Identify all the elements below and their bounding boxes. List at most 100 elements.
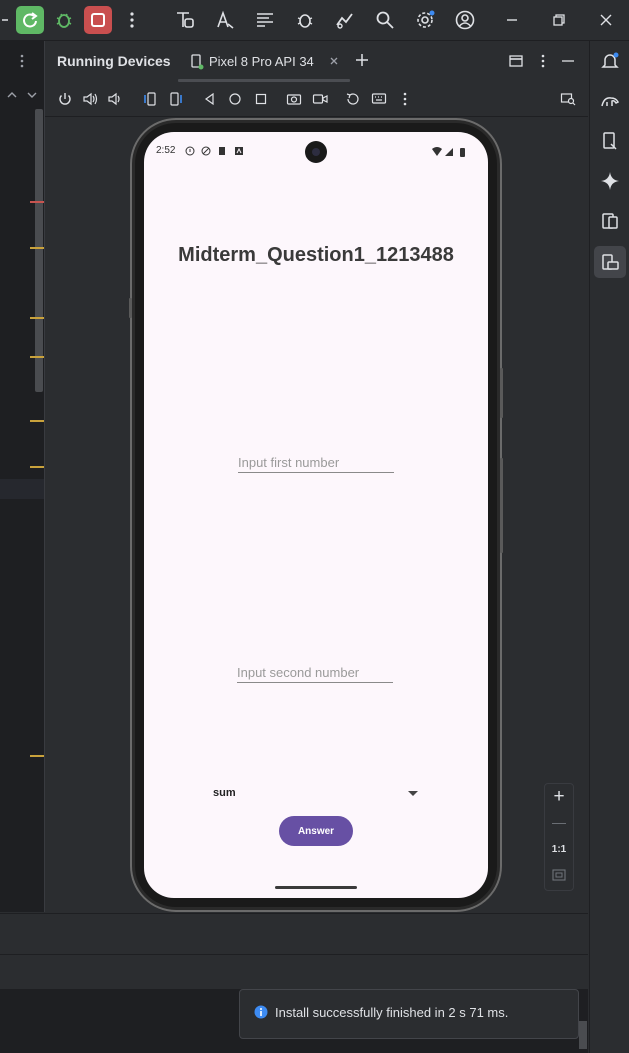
warning-marker[interactable] [30, 247, 44, 249]
account-button[interactable] [453, 8, 477, 32]
phone-screen[interactable]: 2:52 Midterm_Question1_1213488 Input fir… [144, 132, 488, 898]
close-window-button[interactable] [594, 8, 618, 32]
settings-button[interactable] [413, 8, 437, 32]
warning-marker[interactable] [30, 466, 44, 468]
zoom-fit-button[interactable] [552, 868, 566, 882]
restore-icon [553, 14, 565, 26]
home-circle-icon [229, 93, 241, 105]
more-vertical-icon [130, 12, 134, 28]
gutter-more-icon[interactable] [16, 53, 28, 69]
device-more-button[interactable] [397, 91, 413, 107]
zoom-out-button[interactable]: — [545, 814, 573, 830]
add-device-button[interactable] [353, 51, 371, 69]
translate-button[interactable] [213, 8, 237, 32]
profiler-icon [336, 13, 353, 29]
front-camera-icon [305, 141, 327, 163]
bottom-panel-strip [0, 913, 588, 954]
gesture-nav-bar[interactable] [275, 886, 357, 889]
tab-label: Pixel 8 Pro API 34 [209, 54, 314, 69]
layout-inspector-button[interactable] [173, 8, 197, 32]
device-manager-button[interactable] [598, 129, 622, 153]
device-explorer-button[interactable] [598, 209, 622, 233]
first-number-input[interactable]: Input first number [238, 454, 394, 473]
warning-marker[interactable] [30, 317, 44, 319]
running-devices-header: Running Devices Pixel 8 Pro API 34 [45, 41, 588, 82]
install-notification[interactable]: Install successfully finished in 2 s 71 … [239, 989, 579, 1039]
volume-up-button[interactable] [82, 91, 98, 107]
search-icon [376, 11, 394, 29]
phone-side-button [500, 458, 503, 553]
info-icon [254, 1005, 268, 1019]
more-actions-button[interactable] [120, 8, 144, 32]
tab-pixel-device[interactable]: Pixel 8 Pro API 34 [178, 47, 350, 82]
phone-side-button [129, 298, 132, 318]
restore-button[interactable] [547, 8, 571, 32]
volume-down-icon [108, 92, 120, 106]
status-system-icons [432, 146, 468, 158]
gradle-button[interactable] [598, 89, 622, 113]
running-devices-button-active[interactable] [594, 246, 626, 278]
notifications-button[interactable] [598, 49, 622, 73]
status-time: 2:52 [156, 145, 176, 156]
toolbar-left-cap [0, 14, 10, 26]
debug-icon [56, 13, 72, 28]
mirror-settings-button[interactable] [560, 91, 576, 107]
bell-icon [601, 52, 619, 68]
overview-square-icon [255, 93, 267, 105]
reset-button[interactable] [345, 91, 361, 107]
second-number-input[interactable]: Input second number [237, 664, 393, 683]
screenshot-button[interactable] [286, 91, 302, 107]
home-button[interactable] [227, 91, 243, 107]
device-icon [190, 54, 204, 70]
error-marker[interactable] [30, 201, 44, 203]
right-tool-window-bar [589, 41, 629, 1053]
stop-button[interactable] [84, 6, 112, 34]
rotate-left-button[interactable] [142, 91, 158, 107]
editor-scrollbar[interactable] [35, 109, 43, 392]
keyboard-icon [371, 93, 387, 104]
volume-down-button[interactable] [107, 91, 123, 107]
search-button[interactable] [373, 8, 397, 32]
bottom-scrollbar[interactable] [579, 1021, 587, 1049]
answer-button[interactable]: Answer [279, 816, 353, 846]
back-button[interactable] [202, 91, 218, 107]
panel-options-button[interactable] [535, 53, 551, 69]
volume-up-icon [83, 92, 98, 106]
panel-title: Running Devices [57, 53, 171, 69]
warning-marker[interactable] [30, 356, 44, 358]
highlighted-line [0, 479, 44, 499]
zoom-in-button[interactable]: + [545, 786, 573, 808]
rerun-button[interactable] [16, 6, 44, 34]
rotate-right-button[interactable] [168, 91, 184, 107]
second-number-placeholder: Input second number [237, 665, 360, 680]
spinner-selected: sum [213, 787, 236, 799]
operation-spinner[interactable]: sum [210, 784, 420, 804]
bug-report-button[interactable] [293, 8, 317, 32]
layout-toggle-button[interactable] [508, 53, 524, 69]
minimize-button[interactable] [500, 8, 524, 32]
screen-record-button[interactable] [312, 91, 328, 107]
keyboard-button[interactable] [371, 91, 387, 107]
power-button[interactable] [57, 91, 73, 107]
translate-icon [217, 10, 234, 29]
chevron-up-icon[interactable] [6, 89, 18, 101]
more-vertical-icon [541, 54, 545, 68]
app-title: Midterm_Question1_1213488 [178, 244, 454, 266]
zoom-actual-size-button[interactable]: 1:1 [545, 844, 573, 855]
warning-marker[interactable] [30, 755, 44, 757]
gemini-button[interactable] [598, 169, 622, 193]
video-camera-icon [312, 94, 328, 104]
debug-button[interactable] [52, 8, 76, 32]
chevron-down-icon[interactable] [26, 89, 38, 101]
answer-button-label: Answer [297, 825, 335, 837]
overview-button[interactable] [253, 91, 269, 107]
warning-marker[interactable] [30, 420, 44, 422]
tab-close-button[interactable] [328, 55, 340, 67]
plus-icon [356, 54, 368, 66]
running-devices-icon [602, 254, 619, 270]
logcat-button[interactable] [253, 8, 277, 32]
phone-side-button [500, 368, 503, 418]
panel-hide-button[interactable] [560, 53, 576, 69]
profiler-button[interactable] [333, 8, 357, 32]
history-icon [346, 93, 359, 105]
